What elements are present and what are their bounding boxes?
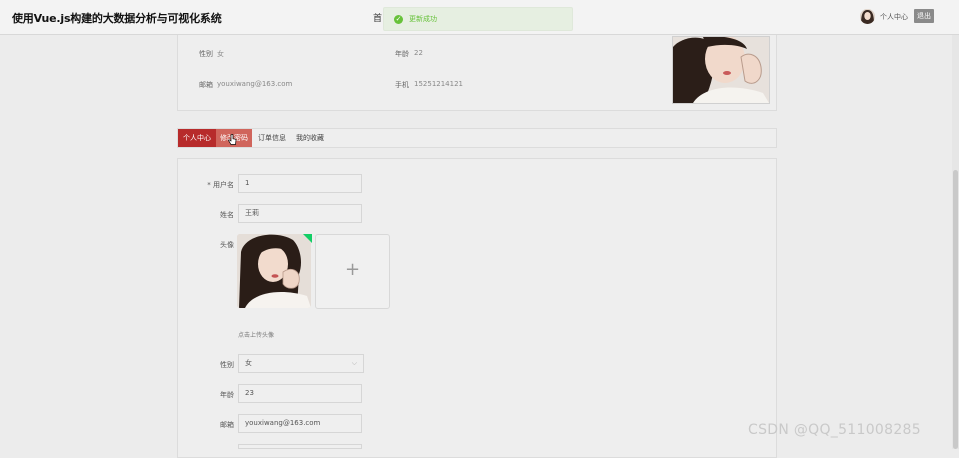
app-title: 使用Vue.js构建的大数据分析与可视化系统 <box>12 12 222 25</box>
next-field-input[interactable] <box>238 444 362 449</box>
scrollbar-thumb[interactable] <box>953 170 958 449</box>
watermark: CSDN @QQ_511008285 <box>748 422 921 438</box>
avatar-upload-button[interactable]: + <box>315 234 390 309</box>
avatar-preview-image[interactable] <box>237 234 311 308</box>
toast-message: 更新成功 <box>409 15 437 23</box>
hand-cursor-icon <box>228 134 237 145</box>
upload-hint: 点击上传头像 <box>238 332 275 339</box>
profile-form <box>177 158 777 458</box>
success-toast: ✓ 更新成功 <box>383 7 573 31</box>
info-email-label: 邮箱 <box>199 81 213 89</box>
email-label: 邮箱 <box>220 421 234 429</box>
tab-my-favorites[interactable]: 我的收藏 <box>292 129 328 147</box>
info-gender-label: 性别 <box>199 50 213 58</box>
name-label: 姓名 <box>220 211 234 219</box>
gender-select-value: 女 <box>245 359 252 367</box>
upload-success-corner-icon <box>303 234 312 243</box>
profile-info-card: 性别 女 年龄 22 邮箱 youxiwang@163.com 手机 15251… <box>177 35 777 111</box>
info-email-value: youxiwang@163.com <box>217 80 293 88</box>
logout-button[interactable]: 退出 <box>914 9 934 23</box>
username-input[interactable]: 1 <box>238 174 362 193</box>
plus-icon: + <box>344 259 361 280</box>
name-input[interactable]: 王莉 <box>238 204 362 223</box>
avatar-label: 头像 <box>220 241 234 249</box>
info-age-label: 年龄 <box>395 50 409 58</box>
user-avatar[interactable] <box>860 9 875 24</box>
nav-home-link[interactable]: 首 <box>373 11 382 24</box>
check-circle-icon: ✓ <box>394 14 403 24</box>
info-age-value: 22 <box>414 49 423 57</box>
username-label: * 用户名 <box>207 181 234 189</box>
tab-order-info[interactable]: 订单信息 <box>254 129 290 147</box>
info-gender-value: 女 <box>217 50 224 58</box>
chevron-down-icon: ⌵ <box>351 359 357 367</box>
profile-photo <box>672 36 770 104</box>
info-phone-label: 手机 <box>395 81 409 89</box>
gender-label: 性别 <box>220 361 234 369</box>
age-label: 年龄 <box>220 391 234 399</box>
user-center-link[interactable]: 个人中心 <box>880 12 908 22</box>
email-input[interactable]: youxiwang@163.com <box>238 414 362 433</box>
profile-tabs: 个人中心 修改密码 订单信息 我的收藏 <box>177 128 777 148</box>
age-input[interactable]: 23 <box>238 384 362 403</box>
gender-select[interactable]: 女 ⌵ <box>238 354 364 373</box>
tab-personal-center[interactable]: 个人中心 <box>178 129 216 147</box>
info-phone-value: 15251214121 <box>414 80 463 88</box>
